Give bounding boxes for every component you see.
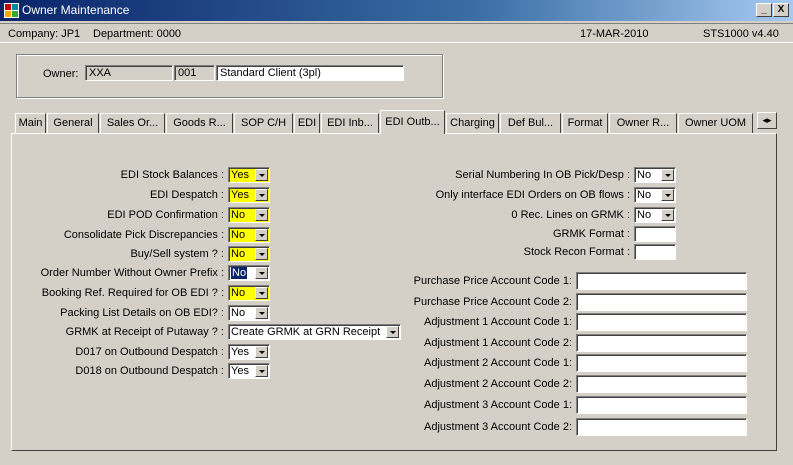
buy-sell-system-select[interactable]: No	[228, 246, 270, 262]
only-interface-edi-orders-on-ob-flows-select[interactable]: No	[634, 187, 676, 203]
edi-stock-balances-select[interactable]: Yes	[228, 167, 270, 183]
chevron-down-icon[interactable]	[661, 169, 674, 181]
chevron-down-icon[interactable]	[255, 209, 268, 221]
chevron-down-icon[interactable]	[255, 307, 268, 319]
adjustment-3-account-code-2-label: Adjustment 3 Account Code 2:	[424, 421, 572, 433]
title-bar: Owner Maintenance _ X	[0, 0, 793, 21]
edi-despatch-label: EDI Despatch :	[150, 189, 224, 201]
0-rec-lines-on-grmk-label: 0 Rec. Lines on GRMK :	[511, 209, 630, 221]
chevron-down-icon[interactable]	[255, 229, 268, 241]
owner-label: Owner:	[43, 68, 79, 80]
adjustment-3-account-code-2-field[interactable]	[576, 418, 747, 436]
adjustment-2-account-code-2-field[interactable]	[576, 375, 747, 393]
tab-sales-or[interactable]: Sales Or...	[100, 113, 165, 133]
edi-stock-balances-label: EDI Stock Balances :	[120, 169, 224, 181]
stock-recon-format-field[interactable]	[634, 244, 676, 260]
tab-goods-r[interactable]: Goods R...	[166, 113, 233, 133]
adjustment-3-account-code-1-field[interactable]	[576, 396, 747, 414]
owner-code-field[interactable]: XXA	[85, 65, 173, 81]
adjustment-2-account-code-1-label: Adjustment 2 Account Code 1:	[424, 357, 572, 369]
adjustment-1-account-code-1-label: Adjustment 1 Account Code 1:	[424, 316, 572, 328]
tab-def-bul[interactable]: Def Bul...	[500, 113, 561, 133]
tab-main[interactable]: Main	[15, 113, 46, 133]
grmk-at-receipt-of-putaway-label: GRMK at Receipt of Putaway ? :	[65, 326, 224, 338]
tab-general[interactable]: General	[47, 113, 99, 133]
chevron-down-icon[interactable]	[255, 189, 268, 201]
edi-pod-confirmation-select[interactable]: No	[228, 207, 270, 223]
tab-owner-r[interactable]: Owner R...	[609, 113, 677, 133]
d018-on-outbound-despatch-label: D018 on Outbound Despatch :	[75, 365, 224, 377]
chevron-down-icon[interactable]	[255, 169, 268, 181]
chevron-down-icon[interactable]	[255, 287, 268, 299]
consolidate-pick-discrepancies-label: Consolidate Pick Discrepancies :	[63, 229, 224, 241]
chevron-down-icon[interactable]	[661, 189, 674, 201]
edi-pod-confirmation-label: EDI POD Confirmation :	[107, 209, 224, 221]
minimize-button[interactable]: _	[756, 3, 772, 17]
info-bar: Company: JP1 Department: 0000 17-MAR-201…	[0, 23, 793, 43]
tab-sop-c-h[interactable]: SOP C/H	[234, 113, 293, 133]
packing-list-details-on-ob-edi-select[interactable]: No	[228, 305, 270, 321]
tab-charging[interactable]: Charging	[446, 113, 499, 133]
adjustment-3-account-code-1-label: Adjustment 3 Account Code 1:	[424, 399, 572, 411]
adjustment-1-account-code-1-field[interactable]	[576, 313, 747, 331]
adjustment-2-account-code-2-label: Adjustment 2 Account Code 2:	[424, 378, 572, 390]
tab-scroll-arrows-icon[interactable]: ◂▸	[757, 112, 777, 129]
adjustment-1-account-code-2-label: Adjustment 1 Account Code 2:	[424, 337, 572, 349]
order-number-without-owner-prefix-label: Order Number Without Owner Prefix :	[40, 267, 224, 279]
program-version: STS1000 v4.40	[703, 28, 779, 40]
department-label: Department: 0000	[93, 28, 182, 40]
chevron-down-icon[interactable]	[255, 267, 268, 279]
grmk-format-label: GRMK Format :	[552, 228, 630, 240]
serial-numbering-in-ob-pick-desp-label: Serial Numbering In OB Pick/Desp :	[455, 169, 630, 181]
purchase-price-account-code-2-label: Purchase Price Account Code 2:	[413, 296, 572, 308]
d017-on-outbound-despatch-select[interactable]: Yes	[228, 344, 270, 360]
buy-sell-system-label: Buy/Sell system ? :	[130, 248, 224, 260]
chevron-down-icon[interactable]	[661, 209, 674, 221]
company-label: Company: JP1	[8, 28, 81, 40]
owner-number-field[interactable]: 001	[174, 65, 215, 81]
tab-format[interactable]: Format	[562, 113, 608, 133]
grmk-at-receipt-of-putaway-select[interactable]: Create GRMK at GRN Receipt	[228, 324, 401, 340]
d018-on-outbound-despatch-select[interactable]: Yes	[228, 363, 270, 379]
edi-despatch-select[interactable]: Yes	[228, 187, 270, 203]
booking-ref-required-for-ob-edi-select[interactable]: No	[228, 285, 270, 301]
tab-owner-uom[interactable]: Owner UOM	[678, 113, 753, 133]
adjustment-2-account-code-1-field[interactable]	[576, 354, 747, 372]
grmk-format-field[interactable]	[634, 226, 676, 242]
stock-recon-format-label: Stock Recon Format :	[523, 246, 630, 258]
consolidate-pick-discrepancies-select[interactable]: No	[228, 227, 270, 243]
date-label: 17-MAR-2010	[580, 28, 649, 40]
0-rec-lines-on-grmk-select[interactable]: No	[634, 207, 676, 223]
tab-edi-outb[interactable]: EDI Outb...	[380, 110, 445, 134]
window-title: Owner Maintenance	[22, 3, 130, 17]
owner-name-field[interactable]: Standard Client (3pl)	[216, 65, 404, 81]
purchase-price-account-code-2-field[interactable]	[576, 293, 747, 311]
purchase-price-account-code-1-label: Purchase Price Account Code 1:	[413, 275, 572, 287]
chevron-down-icon[interactable]	[386, 326, 399, 338]
chevron-down-icon[interactable]	[255, 346, 268, 358]
serial-numbering-in-ob-pick-desp-select[interactable]: No	[634, 167, 676, 183]
chevron-down-icon[interactable]	[255, 365, 268, 377]
booking-ref-required-for-ob-edi-label: Booking Ref. Required for OB EDI ? :	[41, 287, 224, 299]
d017-on-outbound-despatch-label: D017 on Outbound Despatch :	[75, 346, 224, 358]
purchase-price-account-code-1-field[interactable]	[576, 272, 747, 290]
adjustment-1-account-code-2-field[interactable]	[576, 334, 747, 352]
only-interface-edi-orders-on-ob-flows-label: Only interface EDI Orders on OB flows :	[435, 189, 630, 201]
packing-list-details-on-ob-edi-label: Packing List Details on OB EDI? :	[60, 307, 224, 319]
order-number-without-owner-prefix-select[interactable]: No	[228, 265, 270, 281]
close-button[interactable]: X	[773, 3, 789, 17]
tab-edi-inb[interactable]: EDI Inb...	[321, 113, 379, 133]
tab-edi[interactable]: EDI	[294, 113, 320, 133]
chevron-down-icon[interactable]	[255, 248, 268, 260]
app-icon	[4, 3, 19, 18]
